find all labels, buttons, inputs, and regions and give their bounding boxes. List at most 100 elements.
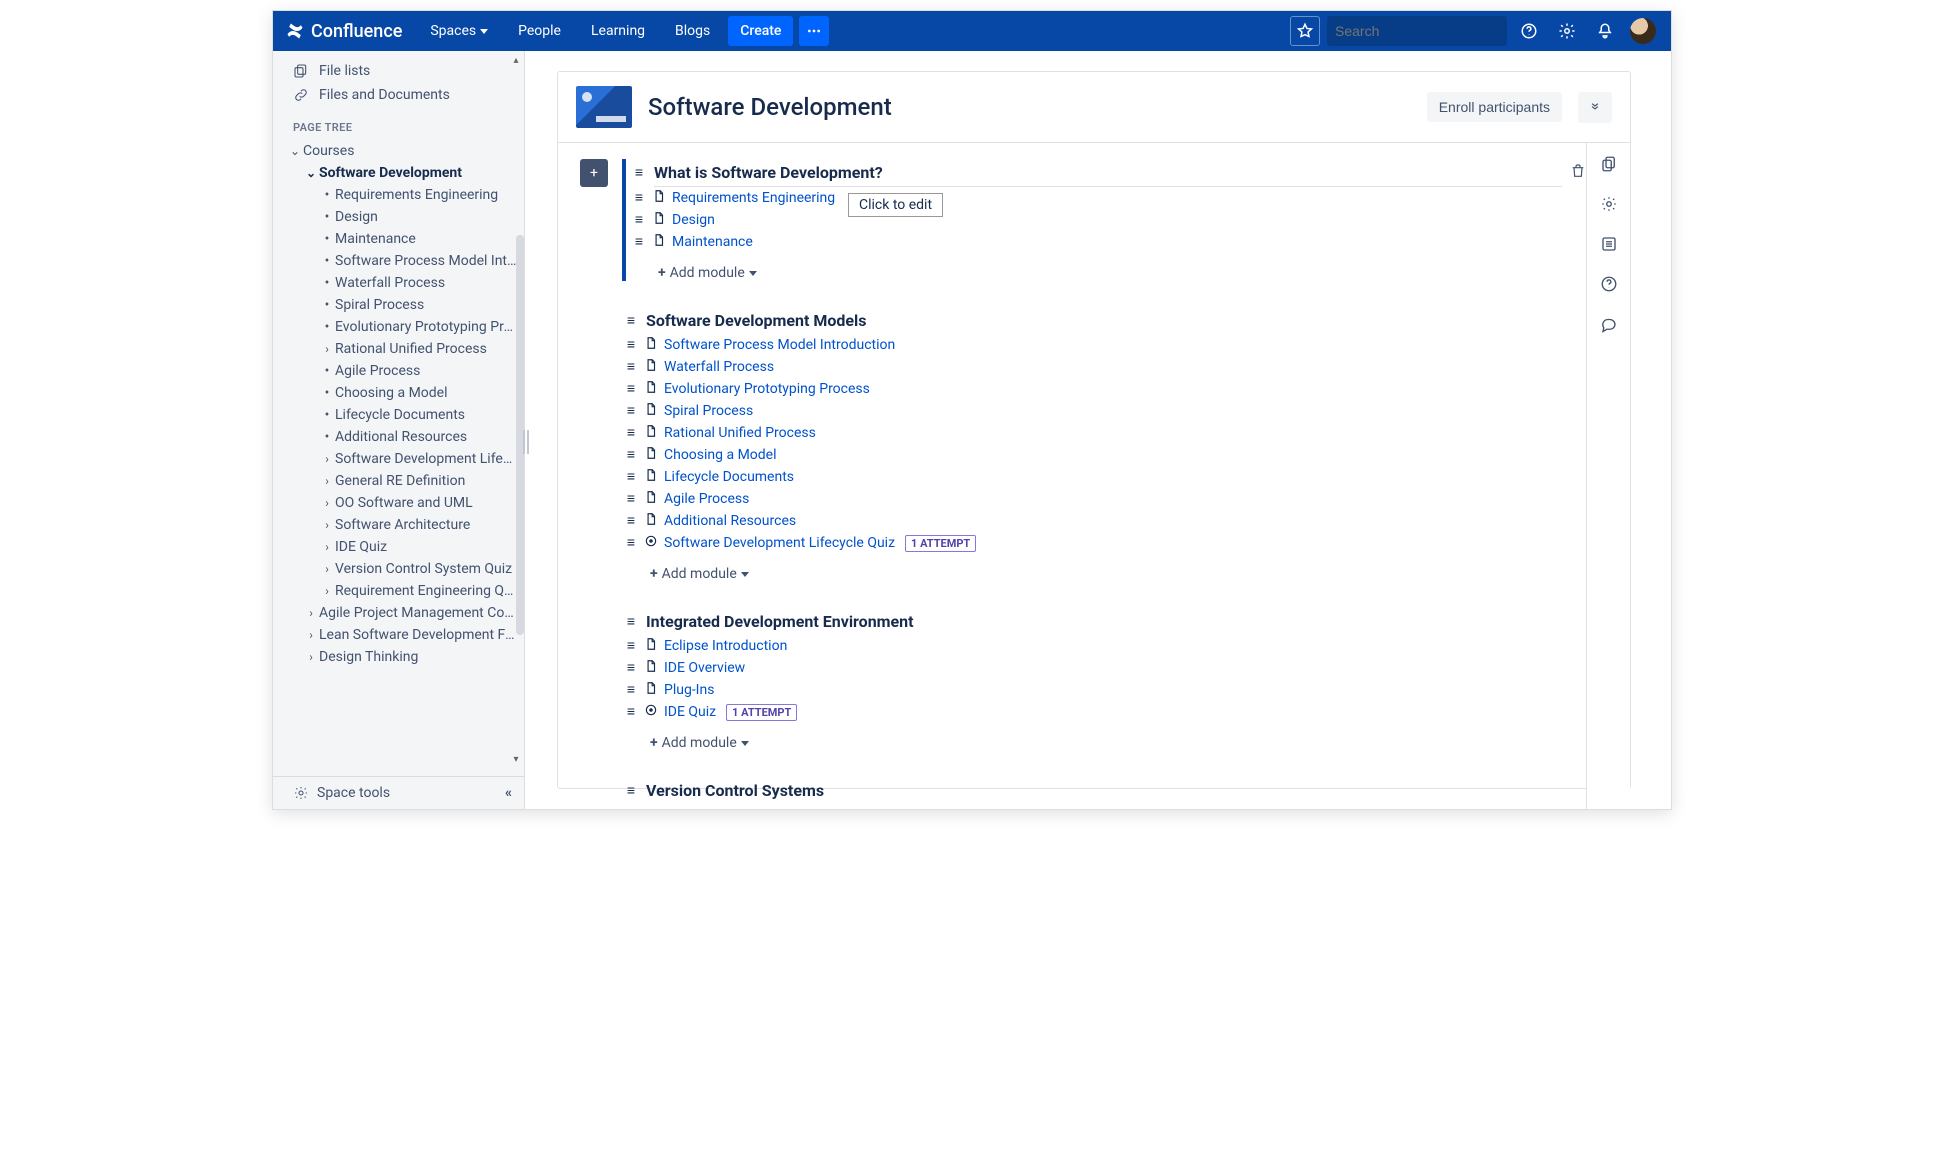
rail-comment-button[interactable] [1598,313,1620,335]
tree-item[interactable]: ›Design Thinking [273,646,524,668]
tree-item[interactable]: •Agile Process [273,360,524,382]
scroll-down-icon[interactable]: ▾ [511,754,521,765]
section-title[interactable]: What is Software Development? [654,159,1562,187]
drag-handle-icon[interactable]: ≡ [624,784,638,798]
module-link[interactable]: IDE Overview [664,660,745,676]
rail-help-button[interactable] [1598,273,1620,295]
module-link[interactable]: Maintenance [672,234,753,250]
drag-handle-icon[interactable]: ≡ [624,426,638,440]
drag-handle-icon[interactable]: ≡ [632,213,646,227]
sidebar-link-file-lists[interactable]: File lists [273,59,524,83]
tree-item[interactable]: ›Software Architecture [273,514,524,536]
help-button[interactable] [1513,15,1545,47]
module-link[interactable]: Lifecycle Documents [664,469,794,485]
drag-handle-icon[interactable]: ≡ [624,404,638,418]
nav-spaces[interactable]: Spaces [418,11,500,51]
drag-handle-icon[interactable]: ≡ [632,166,646,180]
section-title[interactable]: Version Control Systems [646,777,1586,804]
notifications-button[interactable] [1589,15,1621,47]
nav-blogs[interactable]: Blogs [663,11,722,51]
module-link[interactable]: Agile Process [664,491,749,507]
more-menu-button[interactable] [799,16,829,46]
nav-learning[interactable]: Learning [579,11,657,51]
rail-copy-button[interactable] [1598,153,1620,175]
add-module-button[interactable]: +Add module [650,566,749,582]
add-module-button[interactable]: +Add module [650,735,749,751]
tree-item[interactable]: ›Agile Project Management Course [273,602,524,624]
scroll-up-icon[interactable]: ▴ [511,55,521,66]
drag-handle-icon[interactable]: ≡ [624,514,638,528]
search-input[interactable] [1335,23,1516,39]
tree-item[interactable]: •Evolutionary Prototyping Process [273,316,524,338]
tree-root-courses[interactable]: ⌄ Courses [273,140,524,162]
tree-item[interactable]: •Design [273,206,524,228]
tree-item[interactable]: •Additional Resources [273,426,524,448]
module-link[interactable]: Plug-Ins [664,682,714,698]
delete-section-button[interactable] [1570,163,1586,183]
module-link[interactable]: Evolutionary Prototyping Process [664,381,870,397]
tree-item[interactable]: ›Software Development Lifecycle Quiz [273,448,524,470]
module-link[interactable]: Eclipse Introduction [664,638,787,654]
module-link[interactable]: Design [672,212,715,228]
tree-item[interactable]: ›General RE Definition [273,470,524,492]
module-link[interactable]: Rational Unified Process [664,425,816,441]
sidebar-link-files-docs[interactable]: Files and Documents [273,83,524,107]
drag-handle-icon[interactable]: ≡ [624,470,638,484]
tree-item[interactable]: ›Requirement Engineering Quiz [273,580,524,602]
drag-handle-icon[interactable]: ≡ [624,661,638,675]
sidebar-resize-handle[interactable] [523,430,529,454]
module-link[interactable]: Software Process Model Introduction [664,337,895,353]
tree-item[interactable]: ›OO Software and UML [273,492,524,514]
drag-handle-icon[interactable]: ≡ [624,360,638,374]
collapse-sidebar-icon[interactable]: « [505,785,512,801]
tree-item[interactable]: •Maintenance [273,228,524,250]
section-title[interactable]: Integrated Development Environment [646,608,1586,635]
tree-item[interactable]: •Choosing a Model [273,382,524,404]
add-module-button[interactable]: +Add module [658,265,757,281]
module-link[interactable]: Spiral Process [664,403,753,419]
sidebar-scroll[interactable]: File lists Files and Documents PAGE TREE… [273,51,524,776]
rail-settings-button[interactable] [1598,193,1620,215]
create-button[interactable]: Create [728,16,793,46]
drag-handle-icon[interactable]: ≡ [624,314,638,328]
drag-handle-icon[interactable]: ≡ [624,705,638,719]
drag-handle-icon[interactable]: ≡ [624,536,638,550]
add-section-button[interactable]: + [580,159,608,187]
drag-handle-icon[interactable]: ≡ [624,615,638,629]
tree-item[interactable]: •Software Process Model Introduction [273,250,524,272]
tree-item[interactable]: •Spiral Process [273,294,524,316]
enroll-participants-button[interactable]: Enroll participants [1427,92,1562,122]
drag-handle-icon[interactable]: ≡ [632,235,646,249]
tree-item[interactable]: ›Version Control System Quiz [273,558,524,580]
module-link[interactable]: IDE Quiz [664,704,716,720]
drag-handle-icon[interactable]: ≡ [624,382,638,396]
tree-item[interactable]: •Requirements Engineering [273,184,524,206]
nav-people[interactable]: People [506,11,573,51]
profile-button[interactable] [1627,15,1659,47]
section-title[interactable]: Software Development Models [646,307,1586,334]
drag-handle-icon[interactable]: ≡ [624,639,638,653]
tree-item[interactable]: ›IDE Quiz [273,536,524,558]
rail-list-button[interactable] [1598,233,1620,255]
drag-handle-icon[interactable]: ≡ [624,338,638,352]
page-more-button[interactable] [1578,92,1612,123]
tree-item[interactable]: ›Lean Software Development Fundamentals [273,624,524,646]
drag-handle-icon[interactable]: ≡ [632,191,646,205]
starred-button[interactable] [1289,15,1321,47]
tree-current-page[interactable]: ⌄ Software Development [273,162,524,184]
search-box[interactable] [1327,16,1507,46]
drag-handle-icon[interactable]: ≡ [624,683,638,697]
space-tools[interactable]: Space tools « [273,776,524,809]
settings-button[interactable] [1551,15,1583,47]
tree-item[interactable]: •Waterfall Process [273,272,524,294]
drag-handle-icon[interactable]: ≡ [624,448,638,462]
drag-handle-icon[interactable]: ≡ [624,492,638,506]
module-link[interactable]: Waterfall Process [664,359,774,375]
tree-item[interactable]: •Lifecycle Documents [273,404,524,426]
tree-item[interactable]: ›Rational Unified Process [273,338,524,360]
module-link[interactable]: Requirements Engineering [672,190,835,206]
product-logo[interactable]: Confluence [285,21,402,42]
module-link[interactable]: Software Development Lifecycle Quiz [664,535,895,551]
module-link[interactable]: Additional Resources [664,513,796,529]
module-link[interactable]: Choosing a Model [664,447,777,463]
